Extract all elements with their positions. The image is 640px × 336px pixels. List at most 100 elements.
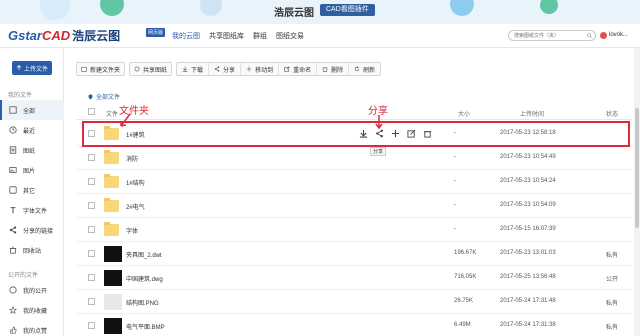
row-checkbox[interactable] <box>88 322 95 329</box>
select-all-checkbox[interactable] <box>88 108 95 115</box>
row-checkbox[interactable] <box>88 178 95 185</box>
file-actions-group: 下载 分享 移动到 重命名 删除 刷新 <box>176 62 382 76</box>
table-row[interactable]: 结构图.PNG 26.75K 2017-05-24 17:31:48 私有 <box>76 290 632 314</box>
table-row[interactable]: 2#电气 - 2017-05-23 10:54:09 <box>76 194 632 218</box>
file-name[interactable]: 2#电气 <box>126 202 145 211</box>
sidebar-item-shared-links[interactable]: 分享的链接 <box>0 220 64 240</box>
file-size: 196.67K <box>454 250 477 256</box>
sidebar-item-label: 分享的链接 <box>23 228 54 235</box>
nav-shared-library[interactable]: 共享图纸库 <box>209 31 244 41</box>
sidebar-item-likes[interactable]: 我的点赞 <box>0 320 64 336</box>
other-icon <box>9 186 17 194</box>
sidebar-item-label: 图纸 <box>23 148 36 155</box>
column-file[interactable]: 文件 <box>106 109 118 118</box>
nav-my-cloud[interactable]: 我的云图 <box>172 31 200 41</box>
sidebar-item-images[interactable]: 图片 <box>0 160 64 180</box>
sidebar-item-label: 其它 <box>23 188 36 195</box>
column-size[interactable]: 大小 <box>458 109 470 118</box>
file-size: 26.75K <box>454 298 474 304</box>
row-checkbox[interactable] <box>88 298 95 305</box>
move-button[interactable]: 移动到 <box>241 63 280 75</box>
table-header: 文件 大小 上传时间 状态 <box>76 104 632 120</box>
file-name[interactable]: 消防 <box>126 154 138 163</box>
banner-decoration <box>100 0 124 16</box>
download-button[interactable]: 下载 <box>177 63 210 75</box>
nav-groups[interactable]: 群组 <box>253 31 267 41</box>
sidebar-item-label: 我的点赞 <box>23 328 48 335</box>
row-checkbox[interactable] <box>88 202 95 209</box>
banner-badge[interactable]: CAD看图插件 <box>320 4 375 16</box>
new-folder-button[interactable]: 新建文件夹 <box>76 62 126 76</box>
share-drawing-button[interactable]: 共享图纸 <box>129 62 173 76</box>
upload-time: 2017-05-23 13:01:03 <box>500 250 556 256</box>
sidebar-item-favorites[interactable]: 我的收藏 <box>0 300 64 320</box>
upload-time: 2017-05-23 10:54:09 <box>500 202 556 208</box>
delete-button[interactable]: 删除 <box>317 63 350 75</box>
sidebar-item-other[interactable]: 其它 <box>0 180 64 200</box>
file-name[interactable]: 夹具图_2.dwt <box>126 250 162 259</box>
file-name[interactable]: 字体 <box>126 226 138 235</box>
file-thumbnail <box>104 318 122 334</box>
move-label: 移动到 <box>255 67 274 74</box>
scrollbar[interactable] <box>634 48 640 336</box>
star-icon <box>9 306 17 314</box>
refresh-button[interactable]: 刷新 <box>349 63 380 75</box>
share-label: 分享 <box>223 67 236 74</box>
share-button[interactable]: 分享 <box>209 63 242 75</box>
sidebar-item-drawings[interactable]: 图纸 <box>0 140 64 160</box>
rename-button[interactable]: 重命名 <box>279 63 318 75</box>
breadcrumb[interactable]: 全部文件 <box>88 92 120 101</box>
image-icon <box>9 167 17 173</box>
folder-icon <box>104 174 119 188</box>
sidebar-item-label: 图片 <box>23 168 36 175</box>
avatar[interactable] <box>600 32 607 39</box>
table-row[interactable]: 中国建筑.dwg 716.05K 2017-05-25 13:56:48 公开 <box>76 266 632 290</box>
sidebar-item-recycle-bin[interactable]: 回收站 <box>0 240 64 260</box>
file-name[interactable]: 中国建筑.dwg <box>126 274 163 283</box>
table-row[interactable]: 电气平面.BMP 6.49M 2017-05-24 17:31:38 私有 <box>76 314 632 336</box>
row-checkbox[interactable] <box>88 274 95 281</box>
upload-time: 2017-05-23 10:54:49 <box>500 154 556 160</box>
column-time[interactable]: 上传时间 <box>520 109 544 118</box>
sidebar-item-my-public[interactable]: 我的公开 <box>0 280 64 300</box>
file-size: - <box>454 154 456 160</box>
edit-icon <box>284 66 290 72</box>
search-icon[interactable] <box>587 33 592 38</box>
row-checkbox[interactable] <box>88 154 95 161</box>
table-row[interactable]: 夹具图_2.dwt 196.67K 2017-05-23 13:01:03 私有 <box>76 242 632 266</box>
file-name[interactable]: 结构图.PNG <box>126 298 159 307</box>
file-name[interactable]: 1#结构 <box>126 178 145 187</box>
banner-decoration <box>450 0 474 16</box>
sidebar-item-recent[interactable]: 最近 <box>0 120 64 140</box>
row-checkbox[interactable] <box>88 226 95 233</box>
download-label: 下载 <box>191 67 204 74</box>
sidebar-item-label: 字体文件 <box>23 208 48 215</box>
sidebar-item-label: 回收站 <box>23 248 42 255</box>
table-row[interactable]: 字体 - 2017-05-15 16:07:39 <box>76 218 632 242</box>
top-banner: 浩辰云图 CAD看图插件 <box>0 0 640 24</box>
scrollbar-thumb[interactable] <box>635 108 639 228</box>
file-thumbnail <box>104 270 122 286</box>
upload-label: 上传文件 <box>23 66 48 73</box>
sidebar-item-fonts[interactable]: 字体文件 <box>0 200 64 220</box>
file-name[interactable]: 电气平面.BMP <box>126 322 165 331</box>
like-icon <box>10 326 17 334</box>
nav-trade[interactable]: 图纸交易 <box>276 31 304 41</box>
sidebar-item-all[interactable]: 全部 <box>0 100 64 120</box>
refresh-icon <box>355 66 360 72</box>
user-name[interactable]: lovok... <box>609 32 628 38</box>
banner-brand: 浩辰云图 <box>274 8 314 19</box>
trash-icon <box>9 246 17 254</box>
row-checkbox[interactable] <box>88 250 95 257</box>
table-row[interactable]: 消防 - 2017-05-23 10:54:49 <box>76 146 632 170</box>
public-icon <box>9 286 17 294</box>
logo[interactable]: GstarCAD 浩辰云图 <box>8 27 120 44</box>
upload-button[interactable]: 上传文件 <box>12 61 52 75</box>
rename-label: 重命名 <box>293 67 312 74</box>
table-row[interactable]: 1#结构 - 2017-05-23 10:54:24 <box>76 170 632 194</box>
sidebar-item-label: 全部 <box>23 108 36 115</box>
file-thumbnail <box>104 246 122 262</box>
upload-time: 2017-05-24 17:31:48 <box>500 298 556 304</box>
search-input[interactable] <box>509 31 583 40</box>
toolbar: 新建文件夹 共享图纸 下载 分享 移动到 重命名 删除 刷新 <box>76 62 382 76</box>
